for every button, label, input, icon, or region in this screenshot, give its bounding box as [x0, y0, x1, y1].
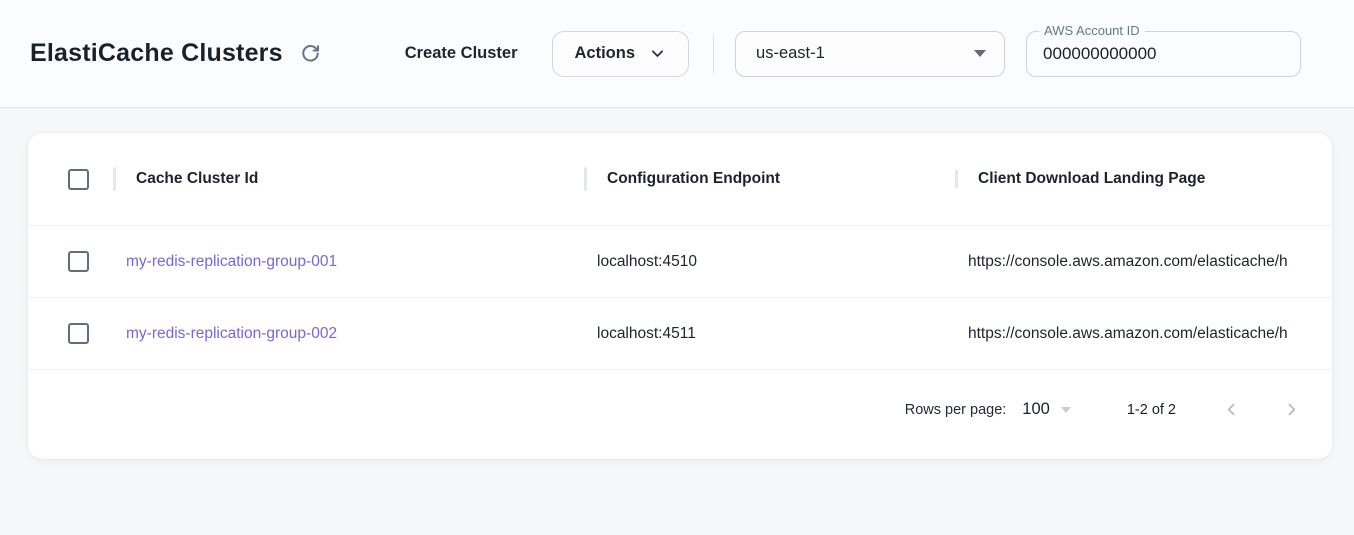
aws-account-id-input[interactable] [1027, 32, 1300, 76]
table-row: my-redis-replication-group-002 localhost… [28, 297, 1332, 369]
column-header-client-download-landing-page: Client Download Landing Page [978, 170, 1205, 187]
select-all-checkbox[interactable] [68, 169, 89, 190]
column-header-cache-cluster-id: Cache Cluster Id [136, 170, 258, 187]
table-row: my-redis-replication-group-001 localhost… [28, 225, 1332, 297]
row-checkbox[interactable] [68, 251, 89, 272]
top-header-bar: ElastiCache Clusters Create Cluster Acti… [0, 0, 1354, 108]
column-header-configuration-endpoint: Configuration Endpoint [607, 170, 780, 187]
chevron-left-icon [1222, 400, 1241, 419]
actions-button[interactable]: Actions [552, 31, 690, 77]
refresh-icon [300, 43, 321, 64]
previous-page-button[interactable] [1218, 397, 1244, 423]
rows-per-page-caret-icon [1061, 407, 1071, 413]
region-select-value: us-east-1 [756, 44, 825, 63]
actions-button-label: Actions [575, 44, 636, 63]
clusters-table-card: Cache Cluster Id Configuration Endpoint … [28, 133, 1332, 459]
cache-cluster-id-link[interactable]: my-redis-replication-group-002 [126, 325, 337, 342]
chevron-right-icon [1282, 400, 1301, 419]
create-cluster-button[interactable]: Create Cluster [405, 44, 518, 63]
refresh-button[interactable] [297, 40, 325, 68]
rows-per-page-value: 100 [1022, 400, 1050, 419]
table-pagination-row: Rows per page: 100 1-2 of 2 [28, 369, 1332, 459]
main-content: Cache Cluster Id Configuration Endpoint … [0, 108, 1354, 459]
next-page-button[interactable] [1278, 397, 1304, 423]
aws-account-id-label: AWS Account ID [1039, 23, 1145, 38]
rows-per-page-label: Rows per page: [905, 402, 1007, 418]
configuration-endpoint-value: localhost:4511 [597, 325, 696, 342]
topbar-divider [713, 34, 714, 74]
cache-cluster-id-link[interactable]: my-redis-replication-group-001 [126, 253, 337, 270]
row-checkbox[interactable] [68, 323, 89, 344]
aws-account-id-field: AWS Account ID [1026, 31, 1301, 77]
region-select[interactable]: us-east-1 [735, 31, 1005, 77]
client-download-landing-page-value: https://console.aws.amazon.com/elasticac… [968, 325, 1288, 342]
client-download-landing-page-value: https://console.aws.amazon.com/elasticac… [968, 253, 1288, 270]
dropdown-caret-icon [974, 50, 986, 57]
chevron-down-icon [649, 45, 666, 62]
rows-per-page-select[interactable]: 100 [1022, 400, 1071, 419]
table-header-row: Cache Cluster Id Configuration Endpoint … [28, 133, 1332, 225]
pagination-range-label: 1-2 of 2 [1127, 402, 1176, 418]
configuration-endpoint-value: localhost:4510 [597, 253, 697, 270]
page-title: ElastiCache Clusters [30, 39, 283, 68]
